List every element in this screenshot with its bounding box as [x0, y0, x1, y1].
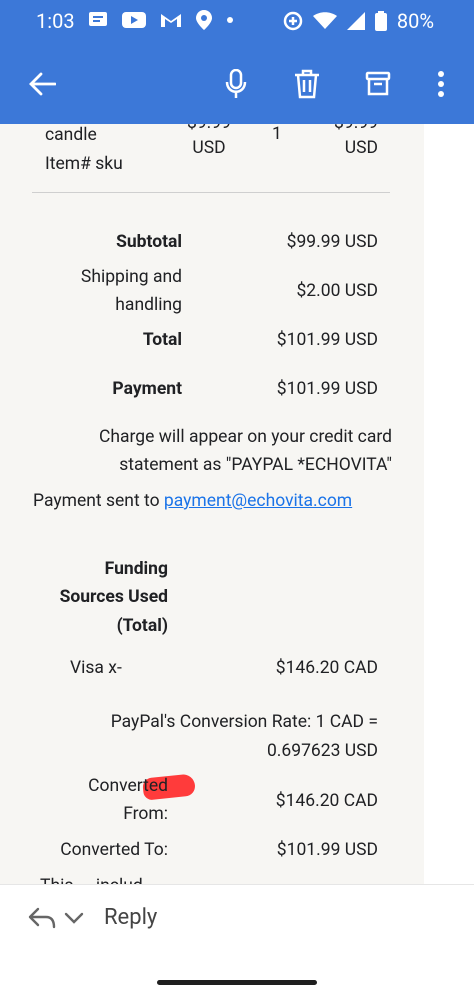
conversion-rate-line2: 0.697623 USD	[266, 741, 378, 761]
notification-icons	[88, 10, 234, 30]
funding-title-line3: (Total)	[116, 616, 168, 636]
more-vert-icon	[438, 71, 444, 97]
funding-title-line2: Sources Used	[59, 587, 168, 607]
charge-note-line1: Charge will appear on your credit card	[98, 427, 392, 447]
funding-title-line1: Funding	[104, 559, 168, 579]
converted-from-label-line2: From:	[123, 804, 168, 824]
dot-icon	[227, 17, 233, 23]
back-button[interactable]	[22, 64, 62, 104]
charge-note-line2: statement as "PAYPAL *ECHOVITA"	[119, 455, 392, 475]
email-toolbar	[0, 44, 474, 124]
bottom-bar: Reply	[0, 884, 474, 1001]
delete-button[interactable]	[287, 64, 327, 104]
location-icon	[196, 10, 212, 30]
message-icon	[89, 12, 107, 26]
item-sku: Item# sku	[45, 154, 123, 174]
item-name: candle	[45, 125, 97, 145]
total-label: Total	[142, 330, 182, 350]
data-saver-icon	[283, 11, 303, 31]
subtotal-label: Subtotal	[116, 232, 182, 252]
shipping-label-line1: Shipping and	[80, 267, 182, 287]
converted-from-label-line1: Converted	[88, 776, 168, 796]
battery-percent: 80%	[396, 9, 434, 33]
status-time: 1:03	[36, 9, 75, 33]
archive-icon	[365, 71, 391, 96]
microphone-icon	[225, 69, 247, 98]
receipt-card: candle Item# sku $9.99 USD 1 $9.99 USD S…	[0, 124, 424, 884]
shipping-value: $2.00 USD	[296, 281, 378, 301]
converted-to-value: $101.99 USD	[276, 840, 378, 860]
reply-icon[interactable]	[28, 907, 56, 929]
chevron-down-icon[interactable]	[64, 912, 84, 924]
payment-email-link[interactable]: payment@echovita.com	[164, 491, 352, 511]
payment-label: Payment	[112, 379, 182, 399]
status-bar: 1:03 80%	[0, 0, 474, 44]
conversion-rate-line1: PayPal's Conversion Rate: 1 CAD =	[110, 712, 378, 732]
voice-button[interactable]	[216, 64, 256, 104]
more-options-button[interactable]	[421, 64, 461, 104]
cutoff-text: This ... includ...	[40, 872, 157, 884]
shipping-label-line2: handling	[115, 295, 182, 315]
arrow-left-icon	[29, 72, 56, 96]
item-unit-currency: USD	[192, 138, 226, 158]
youtube-icon	[122, 12, 146, 28]
trash-icon	[295, 69, 319, 99]
gmail-icon	[161, 14, 181, 27]
system-icons: 80%	[283, 9, 434, 33]
payment-sent-line: Payment sent to payment@echovita.com	[33, 487, 352, 515]
battery-icon	[374, 11, 387, 31]
wifi-icon	[312, 12, 337, 29]
reply-controls: Reply	[28, 905, 157, 930]
converted-to-label: Converted To:	[60, 840, 168, 860]
cell-signal-icon	[346, 12, 365, 30]
archive-button[interactable]	[358, 64, 398, 104]
item-line-currency: USD	[344, 138, 378, 158]
visa-label: Visa x-	[70, 658, 122, 678]
gesture-handle[interactable]	[157, 980, 317, 985]
payment-value: $101.99 USD	[276, 379, 378, 399]
email-body[interactable]: candle Item# sku $9.99 USD 1 $9.99 USD S…	[0, 124, 474, 884]
visa-value: $146.20 CAD	[275, 658, 378, 678]
total-value: $101.99 USD	[276, 330, 378, 350]
reply-button[interactable]: Reply	[104, 905, 157, 930]
item-quantity: 1	[272, 124, 282, 144]
subtotal-value: $99.99 USD	[286, 232, 378, 252]
payment-sent-prefix: Payment sent to	[33, 491, 164, 511]
divider	[32, 192, 390, 193]
converted-from-value: $146.20 CAD	[275, 791, 378, 811]
